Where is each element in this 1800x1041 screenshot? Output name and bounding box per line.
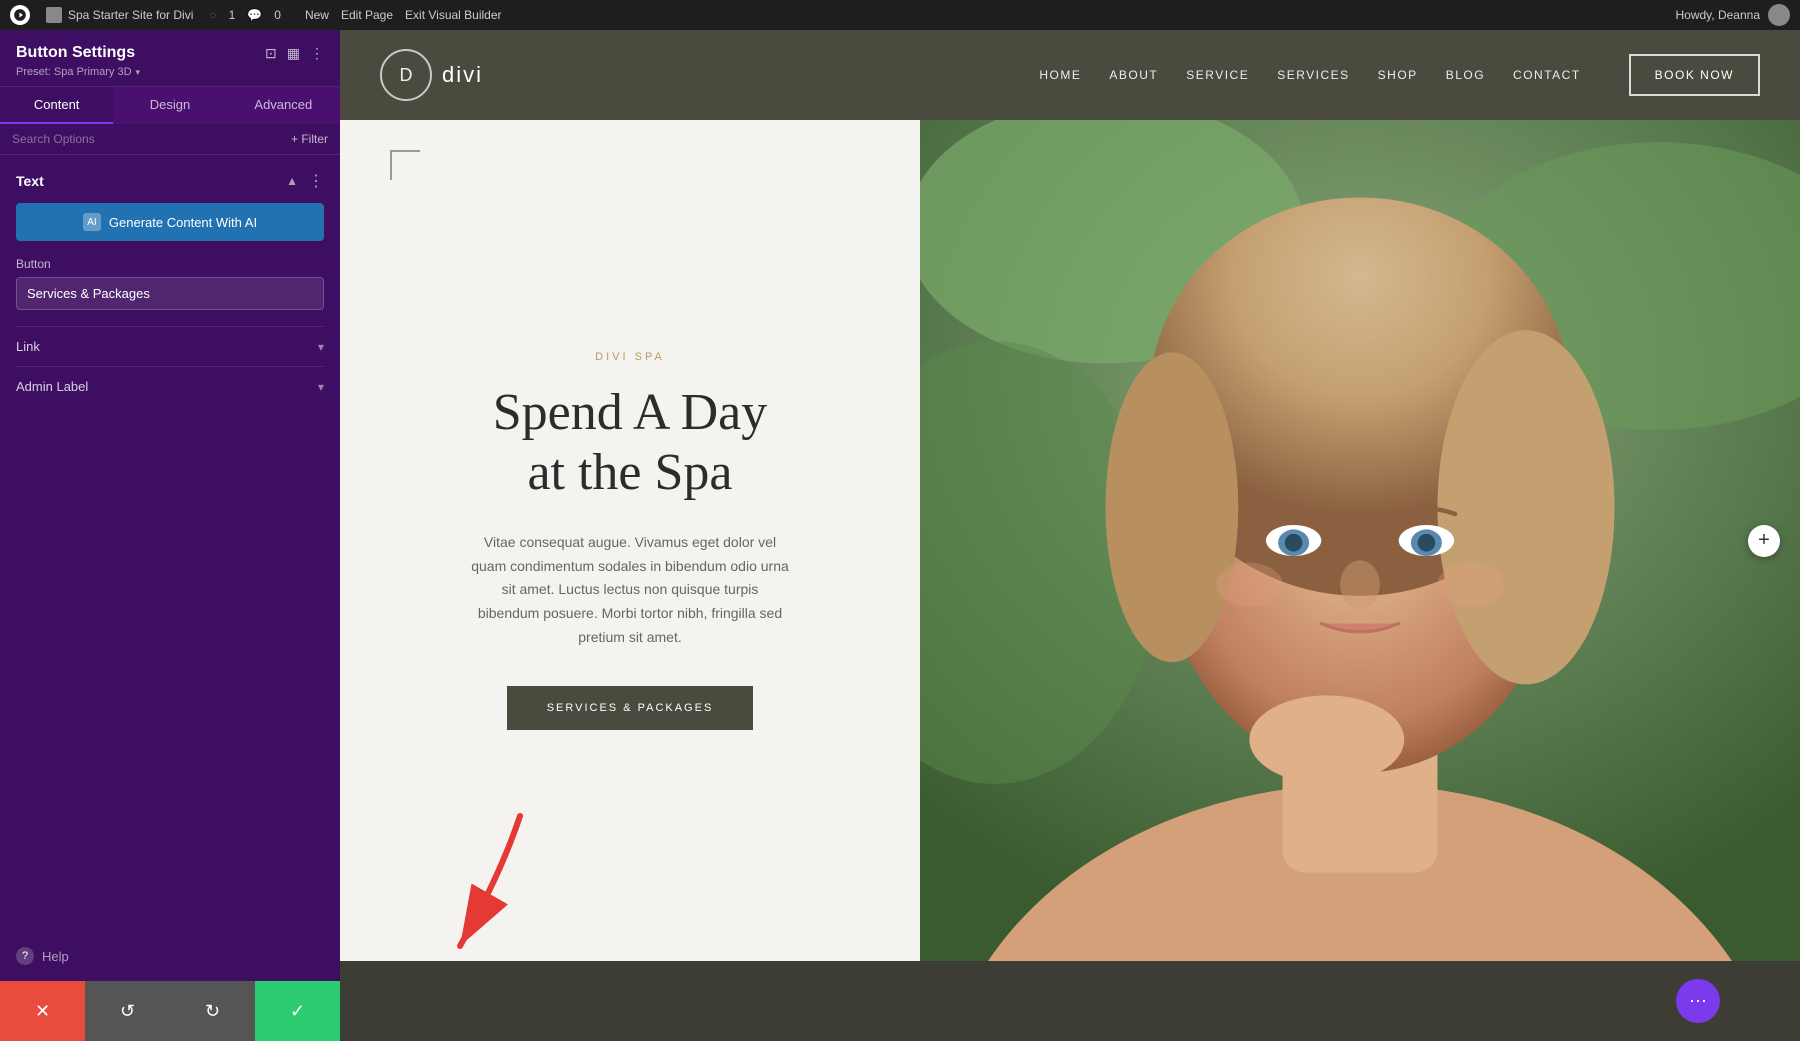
hero-image-area: + xyxy=(920,120,1800,961)
link-section-title: Link xyxy=(16,339,40,354)
preset-chevron-icon: ▾ xyxy=(136,67,141,78)
admin-label-chevron-icon: ▾ xyxy=(318,380,324,394)
right-content: D divi HOME ABOUT SERVICE SERVICES SHOP … xyxy=(340,30,1800,1041)
text-section-collapse-icon[interactable]: ▲ xyxy=(286,174,298,188)
tab-content[interactable]: Content xyxy=(0,87,113,124)
admin-label-accordion-header[interactable]: Admin Label ▾ xyxy=(16,379,324,394)
save-button[interactable]: ✓ xyxy=(255,981,340,1041)
panel-search-bar: + Filter xyxy=(0,124,340,155)
comment-counter[interactable]: 1 xyxy=(229,8,236,22)
wp-counters: ○ 1 💬 0 xyxy=(209,8,281,22)
footer-area: ⋯ xyxy=(340,961,1800,1041)
nav-blog[interactable]: BLOG xyxy=(1446,68,1485,82)
more-options-icon[interactable]: ⋮ xyxy=(310,45,324,62)
text-section-title: Text xyxy=(16,173,44,189)
howdy-label: Howdy, Deanna xyxy=(1676,8,1761,22)
nav-services[interactable]: SERVICES xyxy=(1277,68,1349,82)
search-options-input[interactable] xyxy=(12,132,283,146)
hero-title: Spend A Day at the Spa xyxy=(493,383,767,503)
logo-circle: D xyxy=(380,49,432,101)
bottom-action-bar: ✕ ↺ ↻ ✓ xyxy=(0,981,340,1041)
tab-advanced[interactable]: Advanced xyxy=(227,87,340,124)
user-greeting: Howdy, Deanna xyxy=(1676,4,1791,26)
text-section-header: Text ▲ ⋮ xyxy=(16,171,324,191)
help-icon[interactable]: ? xyxy=(16,947,34,965)
admin-actions: New Edit Page Exit Visual Builder xyxy=(305,8,502,22)
book-now-button[interactable]: BOOK NOW xyxy=(1629,54,1760,96)
help-section: ? Help xyxy=(0,931,340,981)
new-button[interactable]: New xyxy=(305,8,329,22)
left-panel: Button Settings ⊡ ▦ ⋮ Preset: Spa Primar… xyxy=(0,30,340,1041)
hero-subtitle: DIVI SPA xyxy=(595,351,665,363)
panel-preset[interactable]: Preset: Spa Primary 3D ▾ xyxy=(16,66,324,78)
site-logo: D divi xyxy=(380,49,483,101)
ai-icon: AI xyxy=(83,213,101,231)
bracket-decoration xyxy=(390,150,420,180)
redo-button[interactable]: ↻ xyxy=(170,981,255,1041)
button-field-label: Button xyxy=(16,257,324,271)
hero-cta-button[interactable]: SERVICES & PACKAGES xyxy=(507,686,754,730)
button-field-group: Button xyxy=(16,257,324,310)
admin-label-section-title: Admin Label xyxy=(16,379,88,394)
hero-description: Vitae consequat augue. Vivamus eget dolo… xyxy=(470,531,790,650)
help-label[interactable]: Help xyxy=(42,949,69,964)
nav-contact[interactable]: CONTACT xyxy=(1513,68,1581,82)
fab-more-options[interactable]: ⋯ xyxy=(1676,979,1720,1023)
hero-photo-svg xyxy=(920,120,1800,961)
filter-button[interactable]: + Filter xyxy=(291,132,328,146)
main-layout: Button Settings ⊡ ▦ ⋮ Preset: Spa Primar… xyxy=(0,0,1800,1041)
site-icon xyxy=(46,7,62,23)
site-nav: HOME ABOUT SERVICE SERVICES SHOP BLOG CO… xyxy=(1039,54,1760,96)
panel-tabs: Content Design Advanced xyxy=(0,87,340,124)
panel-content: Text ▲ ⋮ AI Generate Content With AI But… xyxy=(0,155,340,931)
layout-icon[interactable]: ▦ xyxy=(287,45,300,62)
panel-title: Button Settings xyxy=(16,44,135,62)
edit-page-button[interactable]: Edit Page xyxy=(341,8,393,22)
hero-section: DIVI SPA Spend A Day at the Spa Vitae co… xyxy=(340,120,1800,961)
user-avatar[interactable] xyxy=(1768,4,1790,26)
site-name-label[interactable]: Spa Starter Site for Divi xyxy=(68,8,193,22)
panel-header: Button Settings ⊡ ▦ ⋮ Preset: Spa Primar… xyxy=(0,30,340,87)
generate-ai-button[interactable]: AI Generate Content With AI xyxy=(16,203,324,241)
panel-title-row: Button Settings ⊡ ▦ ⋮ xyxy=(16,44,324,62)
add-section-button[interactable]: + xyxy=(1748,525,1780,557)
site-name-area: Spa Starter Site for Divi xyxy=(46,7,193,23)
panel-title-icons: ⊡ ▦ ⋮ xyxy=(265,45,324,62)
nav-shop[interactable]: SHOP xyxy=(1378,68,1418,82)
wordpress-logo-icon[interactable] xyxy=(10,5,30,25)
link-chevron-icon: ▾ xyxy=(318,340,324,354)
button-text-input[interactable] xyxy=(16,277,324,310)
link-accordion-header[interactable]: Link ▾ xyxy=(16,339,324,354)
hero-image xyxy=(920,120,1800,961)
responsive-icon[interactable]: ⊡ xyxy=(265,45,277,62)
preset-label: Preset: Spa Primary 3D xyxy=(16,66,132,78)
tab-design[interactable]: Design xyxy=(113,87,226,124)
site-header: D divi HOME ABOUT SERVICE SERVICES SHOP … xyxy=(340,30,1800,120)
notification-counter[interactable]: 0 xyxy=(274,8,281,22)
text-section-more-icon[interactable]: ⋮ xyxy=(308,171,324,191)
nav-service[interactable]: SERVICE xyxy=(1186,68,1249,82)
logo-text: divi xyxy=(442,62,483,88)
admin-label-accordion: Admin Label ▾ xyxy=(16,366,324,406)
undo-button[interactable]: ↺ xyxy=(85,981,170,1041)
logo-letter: D xyxy=(400,65,413,86)
wp-admin-bar: Spa Starter Site for Divi ○ 1 💬 0 New Ed… xyxy=(0,0,1800,30)
close-button[interactable]: ✕ xyxy=(0,981,85,1041)
exit-builder-button[interactable]: Exit Visual Builder xyxy=(405,8,502,22)
link-accordion: Link ▾ xyxy=(16,326,324,366)
nav-home[interactable]: HOME xyxy=(1039,68,1081,82)
hero-left-content: DIVI SPA Spend A Day at the Spa Vitae co… xyxy=(340,120,920,961)
nav-about[interactable]: ABOUT xyxy=(1109,68,1158,82)
